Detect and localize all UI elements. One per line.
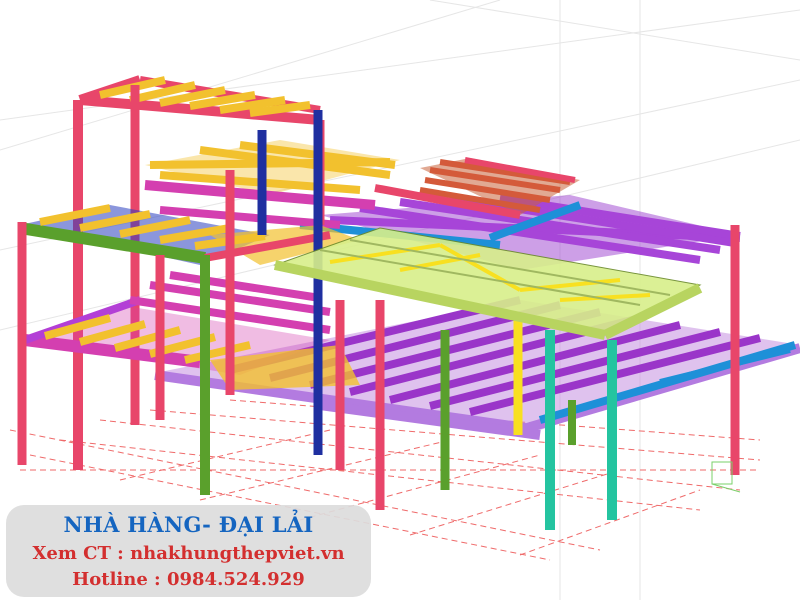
hotline-text: Hotline : 0984.524.929: [72, 569, 305, 590]
website-link[interactable]: Xem CT : nhakhungthepviet.vn: [6, 543, 371, 564]
left-top-roof: [73, 75, 321, 470]
project-caption: NHÀ HÀNG- ĐẠI LẢI Xem CT : nhakhungthepv…: [6, 505, 371, 597]
project-title: NHÀ HÀNG- ĐẠI LẢI: [63, 512, 314, 537]
